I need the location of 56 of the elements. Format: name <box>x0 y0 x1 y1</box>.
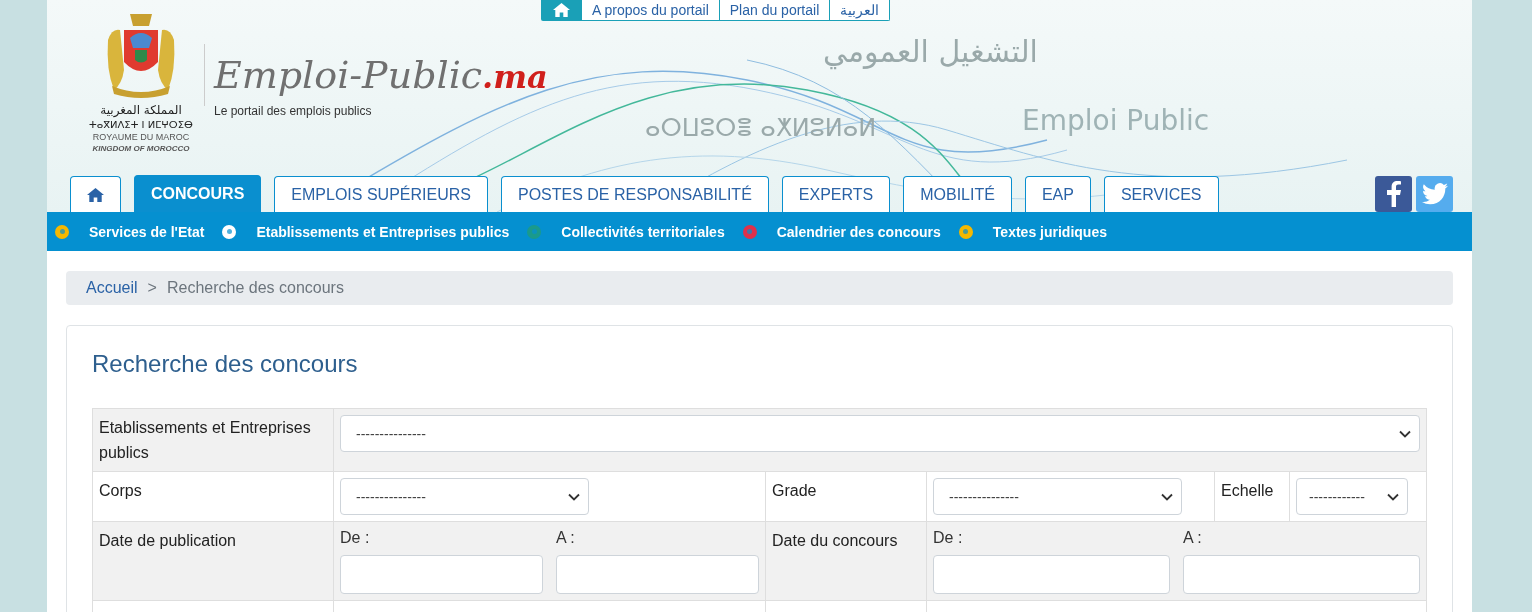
logo-arabic-text: المملكة المغربية <box>100 102 182 118</box>
banner-arabic-text: التشغيل العمومي <box>823 34 1038 69</box>
nav-tab[interactable]: EMPLOIS SUPÉRIEURS <box>274 176 488 212</box>
nav-tab[interactable]: EAP <box>1024 176 1091 212</box>
nav-tab[interactable]: POSTES DE RESPONSABILITÉ <box>500 176 769 212</box>
home-link[interactable] <box>542 0 581 20</box>
field-label: Grade <box>765 471 927 522</box>
home-icon <box>87 187 104 202</box>
field-label: A : <box>1183 528 1203 548</box>
sub-nav-link[interactable]: Collectivités territoriales <box>561 223 725 240</box>
banner-title: Emploi Public <box>1022 104 1210 137</box>
home-tab[interactable] <box>70 176 121 212</box>
breadcrumb-current: Recherche des concours <box>166 279 344 297</box>
sub-nav-link[interactable]: Calendrier des concours <box>776 223 941 240</box>
date-input[interactable] <box>933 555 1170 594</box>
sub-nav-link[interactable]: Textes juridiques <box>992 223 1107 240</box>
dropdown[interactable]: --------------- <box>340 415 1420 452</box>
site-logo: Emploi-Public.ma <box>214 52 548 99</box>
field-label: Etablissements et Entreprises publics <box>92 408 334 472</box>
logo-caption: KINGDOM OF MOROCCO <box>92 143 190 154</box>
sub-nav-link[interactable]: Etablissements et Entreprises publics <box>256 223 510 240</box>
breadcrumb-separator: > <box>147 279 157 297</box>
field-label: A : <box>556 528 576 548</box>
field-label: De : <box>933 528 964 548</box>
top-link[interactable]: Plan du portail <box>718 0 830 20</box>
home-icon <box>553 3 570 17</box>
page-title: Recherche des concours <box>92 350 359 378</box>
nav-tab[interactable]: SERVICES <box>1103 176 1219 212</box>
field-label: Date du concours <box>765 521 927 601</box>
chevron-icon <box>1387 492 1399 501</box>
dropdown[interactable]: --------------- <box>933 478 1182 515</box>
breadcrumb-link[interactable]: Accueil <box>86 279 138 297</box>
dropdown[interactable]: --------------- <box>340 478 589 515</box>
date-input[interactable] <box>1183 555 1421 594</box>
field-label: Date de publication <box>92 521 334 601</box>
date-input[interactable] <box>340 555 543 594</box>
nav-tab[interactable]: MOBILITÉ <box>903 176 1012 212</box>
logo-caption: ROYAUME DU MAROC <box>92 131 190 143</box>
facebook-button[interactable] <box>1375 175 1412 212</box>
bird-icon <box>1421 182 1448 205</box>
tagline: Le portail des emplois publics <box>214 104 373 118</box>
top-link[interactable]: A propos du portail <box>581 0 719 20</box>
facebook-icon <box>1386 180 1401 207</box>
dropdown[interactable]: ------------ <box>1296 478 1408 515</box>
field-label: Echelle <box>1214 471 1290 522</box>
chevron-icon <box>1161 492 1173 501</box>
chevron-icon <box>1399 429 1411 438</box>
logo-tifinagh-text: ⵜⴰⴳⵍⴷⵉⵜ ⵏ ⵍⵎⵖⵔⵉⴱ <box>89 118 193 131</box>
top-link[interactable]: العربية <box>829 0 890 20</box>
field-label: De : <box>340 528 371 548</box>
date-input[interactable] <box>556 555 759 594</box>
nav-tab[interactable]: CONCOURS <box>134 175 262 212</box>
nav-tab[interactable]: EXPERTS <box>781 176 891 212</box>
chevron-icon <box>568 492 580 501</box>
field-label: Corps <box>92 471 334 522</box>
sub-nav-link[interactable]: Services de l'Etat <box>89 223 205 240</box>
